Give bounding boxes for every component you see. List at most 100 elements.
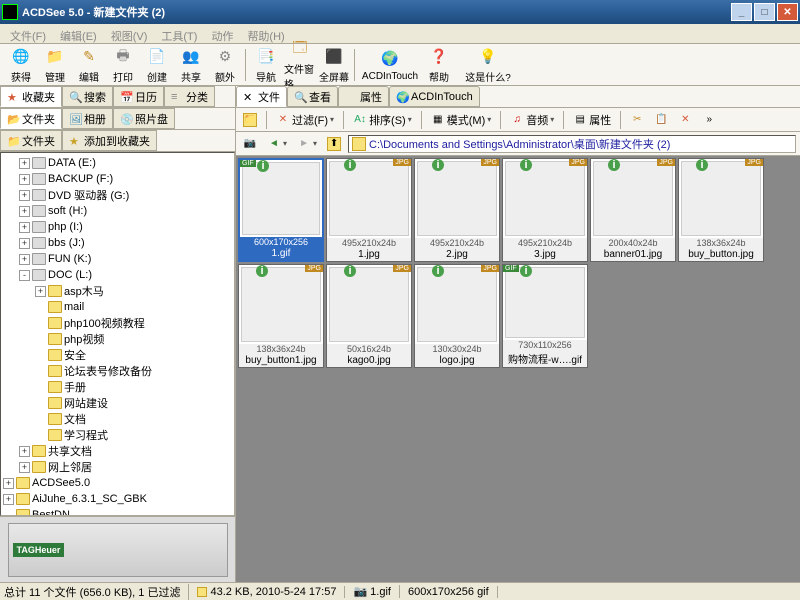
mode-menu[interactable]: ▦模式(M)▾ [428, 110, 495, 130]
tree-row[interactable]: 学习程式 [3, 427, 232, 443]
tree-row[interactable]: +php (I:) [3, 219, 232, 235]
rtabs-tab-2[interactable]: 属性 [338, 86, 389, 107]
toolbar-文件窗格[interactable]: 🗔文件窗格 [283, 37, 317, 92]
toolbar-这是什么?[interactable]: 💡这是什么? [456, 45, 520, 85]
tree-row[interactable]: 网站建设 [3, 395, 232, 411]
lt3-tab-1[interactable]: ★添加到收藏夹 [62, 130, 157, 151]
tree-row[interactable]: +共享文档 [3, 443, 232, 459]
rtabs-tab-3[interactable]: 🌍ACDInTouch [389, 86, 480, 107]
lt1-tab-0[interactable]: ★收藏夹 [0, 86, 62, 107]
tree-row[interactable]: +asp木马 [3, 283, 232, 299]
tree-row[interactable]: +网上邻居 [3, 459, 232, 475]
expand-icon[interactable]: + [35, 286, 46, 297]
tree-row[interactable]: +FUN (K:) [3, 251, 232, 267]
filter-menu[interactable]: ✕过滤(F)▾ [273, 110, 337, 130]
tree-row[interactable]: +AiJuhe_6.3.1_SC_GBK [3, 491, 232, 507]
thumbnail[interactable]: JPGi50x16x24bkago0.jpg [326, 264, 412, 368]
properties-button[interactable]: ▤属性 [570, 110, 614, 130]
tree-row[interactable]: php100视频教程 [3, 315, 232, 331]
toolbar-获得[interactable]: 🌐获得 [4, 45, 38, 85]
toolbar-编辑[interactable]: ✎编辑 [72, 45, 106, 85]
tree-row[interactable]: -DOC (L:) [3, 267, 232, 283]
toolbar-全屏幕[interactable]: ⬛全屏幕 [317, 45, 351, 85]
toolbar-创建[interactable]: 📄创建 [140, 45, 174, 85]
tree-row[interactable]: 安全 [3, 347, 232, 363]
tree-row[interactable]: 论坛表号修改备份 [3, 363, 232, 379]
lt2-tab-2[interactable]: 💿照片盘 [113, 108, 175, 129]
toolbar-打印[interactable]: 🖶打印 [106, 45, 140, 85]
tree-row[interactable]: php视频 [3, 331, 232, 347]
delete-button[interactable]: ✕ [675, 111, 695, 129]
tree-row[interactable]: mail [3, 299, 232, 315]
rtabs-tab-1[interactable]: 🔍查看 [287, 86, 338, 107]
lt2-tab-1[interactable]: 🖼相册 [62, 108, 113, 129]
lt2-tab-0[interactable]: 📂文件夹 [0, 108, 62, 129]
tree-row[interactable]: BestDN [3, 507, 232, 516]
tree-row[interactable]: +BACKUP (F:) [3, 171, 232, 187]
lt1-tab-2[interactable]: 📅日历 [113, 86, 164, 107]
thumbnail[interactable]: JPGi138x36x24bbuy_button1.jpg [238, 264, 324, 368]
tree-row[interactable]: +ACDSee5.0 [3, 475, 232, 491]
expand-icon[interactable]: + [19, 222, 30, 233]
menu-1[interactable]: 编辑(E) [54, 26, 103, 41]
expand-icon[interactable]: + [3, 478, 14, 489]
new-folder-button[interactable]: 📁 [240, 111, 260, 129]
expand-icon[interactable]: - [19, 270, 30, 281]
lt3-tab-0[interactable]: 📁文件夹 [0, 130, 62, 151]
tree-row[interactable]: +bbs (J:) [3, 235, 232, 251]
expand-icon[interactable]: + [19, 174, 30, 185]
thumbnail[interactable]: GIFi600x170x2561.gif [238, 158, 324, 262]
chevron-button[interactable]: » [699, 111, 719, 129]
expand-icon[interactable]: + [19, 190, 30, 201]
expand-icon[interactable]: + [19, 206, 30, 217]
toolbar-共享[interactable]: 👥共享 [174, 45, 208, 85]
thumbnail-grid[interactable]: GIFi600x170x2561.gifJPGi495x210x24b1.jpg… [236, 156, 800, 582]
expand-icon[interactable]: + [19, 254, 30, 265]
audio-menu[interactable]: ♫音频▾ [507, 110, 557, 130]
expand-icon[interactable]: + [19, 462, 30, 473]
thumbnail[interactable]: GIFi730x110x256购物流程-w….gif [502, 264, 588, 368]
close-button[interactable]: ✕ [777, 3, 798, 21]
up-button[interactable]: ⬆ [324, 135, 344, 153]
tree-row[interactable]: +DVD 驱动器 (G:) [3, 187, 232, 203]
toolbar-帮助[interactable]: ❓帮助 [422, 45, 456, 85]
folder-icon [48, 349, 62, 361]
thumbnail[interactable]: JPGi495x210x24b1.jpg [326, 158, 412, 262]
toolbar-ACDInTouch[interactable]: 🌍ACDInTouch [358, 47, 422, 83]
thumbnail[interactable]: JPGi138x36x24bbuy_button.jpg [678, 158, 764, 262]
thumbnail[interactable]: JPGi495x210x24b3.jpg [502, 158, 588, 262]
drive-icon [32, 221, 46, 233]
expand-icon[interactable]: + [19, 158, 30, 169]
edit-button-2[interactable]: 📋 [651, 111, 671, 129]
toolbar-管理[interactable]: 📁管理 [38, 45, 72, 85]
forward-button[interactable]: ►▾ [294, 135, 320, 153]
toolbar-导航[interactable]: 📑导航 [249, 45, 283, 85]
expand-icon[interactable]: + [19, 446, 30, 457]
edit-button-1[interactable]: ✂ [627, 111, 647, 129]
maximize-button[interactable]: □ [754, 3, 775, 21]
menu-4[interactable]: 动作 [205, 26, 239, 41]
folder-tree[interactable]: +DATA (E:)+BACKUP (F:)+DVD 驱动器 (G:)+soft… [0, 152, 235, 516]
tree-row[interactable]: +soft (H:) [3, 203, 232, 219]
thumbnail[interactable]: JPGi495x210x24b2.jpg [414, 158, 500, 262]
info-icon: i [432, 159, 444, 171]
thumbnail[interactable]: JPGi200x40x24bbanner01.jpg [590, 158, 676, 262]
expand-icon[interactable]: + [19, 238, 30, 249]
rtabs-tab-0[interactable]: ✕文件 [236, 86, 287, 107]
menu-3[interactable]: 工具(T) [155, 26, 203, 41]
thumbnail[interactable]: JPGi130x30x24blogo.jpg [414, 264, 500, 368]
menu-2[interactable]: 视图(V) [105, 26, 154, 41]
back-button[interactable]: ◄▾ [264, 135, 290, 153]
sort-menu[interactable]: A↕排序(S)▾ [350, 110, 415, 130]
minimize-button[interactable]: _ [731, 3, 752, 21]
tree-row[interactable]: 手册 [3, 379, 232, 395]
path-input[interactable]: C:\Documents and Settings\Administrator\… [348, 135, 796, 153]
expand-icon[interactable]: + [3, 494, 14, 505]
lt1-tab-3[interactable]: ≡分类 [164, 86, 215, 107]
toolbar-额外[interactable]: ⚙额外 [208, 45, 242, 85]
tree-row[interactable]: +DATA (E:) [3, 155, 232, 171]
tree-row[interactable]: 文档 [3, 411, 232, 427]
camera-icon[interactable]: 📷 [240, 135, 260, 153]
lt1-tab-1[interactable]: 🔍搜索 [62, 86, 113, 107]
menu-0[interactable]: 文件(F) [4, 26, 52, 41]
